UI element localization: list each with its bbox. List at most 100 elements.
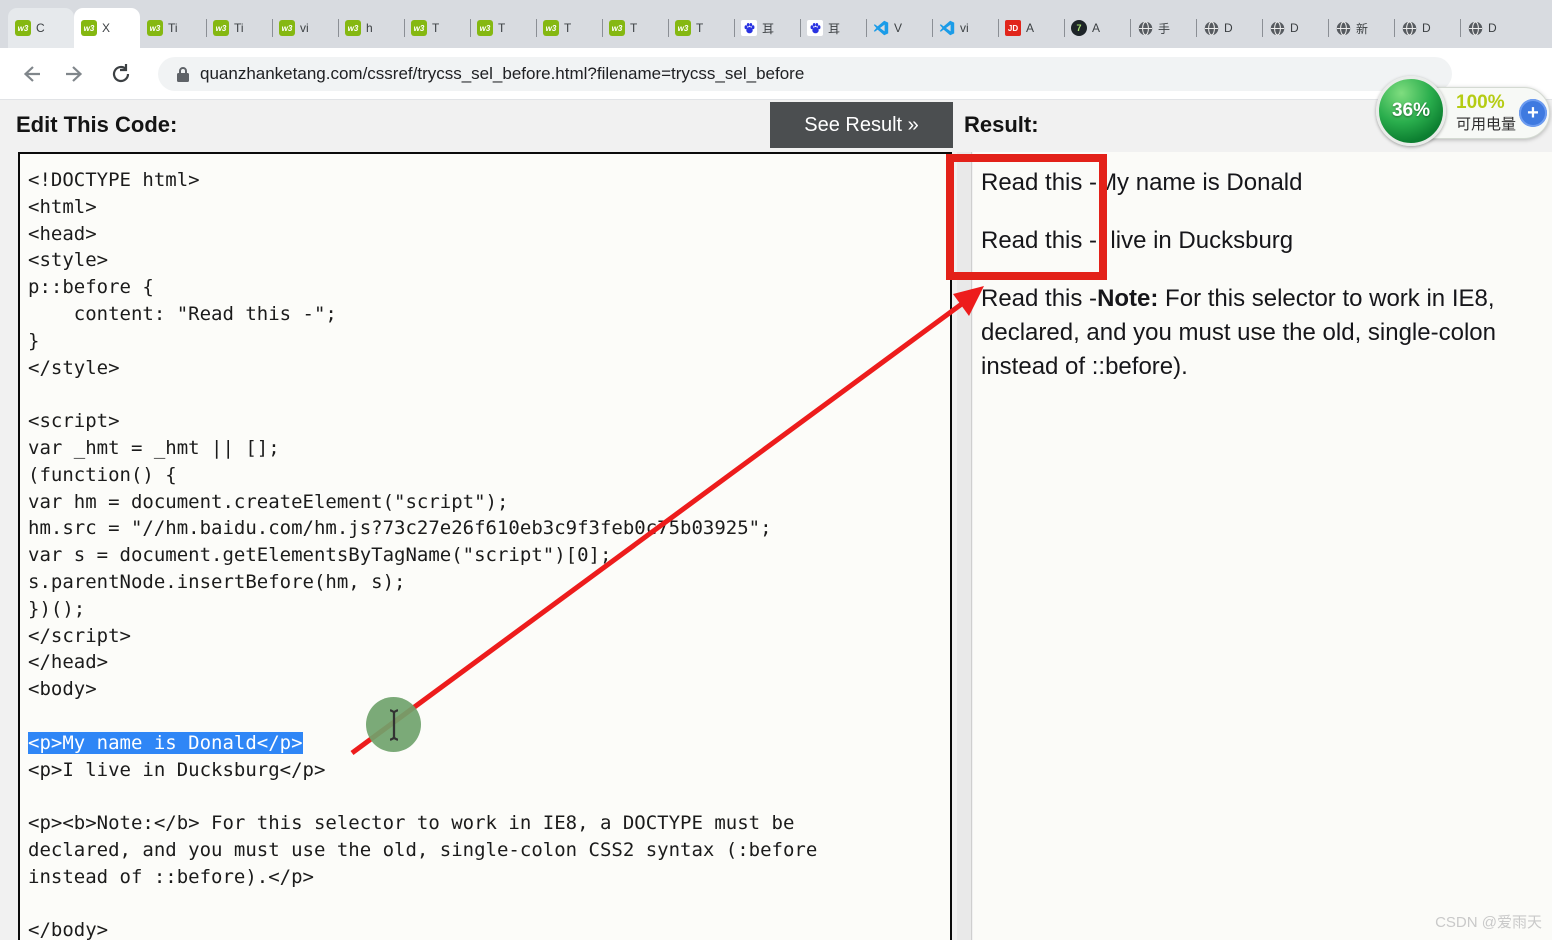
result-line: Read this -My name is Donald (981, 169, 1303, 196)
back-arrow-icon (23, 66, 40, 82)
tab-8[interactable]: w3 T (536, 8, 602, 48)
jd-icon: JD (1005, 20, 1021, 36)
see-result-button[interactable]: See Result » (770, 102, 953, 148)
tab-5[interactable]: w3 h (338, 8, 404, 48)
tab-label: vi (300, 21, 309, 35)
tab-3[interactable]: w3 Ti (206, 8, 272, 48)
code-line: <p>I live in Ducksburg</p> (28, 758, 326, 781)
tab-label: A (1092, 21, 1101, 35)
tab-22[interactable]: D (1460, 8, 1526, 48)
watermark: CSDN @爱雨天 (1435, 914, 1542, 931)
result-line: declared, and you must use the old, sing… (981, 319, 1496, 346)
code-line: var _hmt = _hmt || []; (28, 436, 280, 459)
w3-icon: w3 (15, 20, 31, 36)
tab-label: D (1488, 21, 1497, 35)
tab-9[interactable]: w3 T (602, 8, 668, 48)
tab-label: T (696, 21, 704, 35)
tab-label: h (366, 21, 373, 35)
code-line: <style> (28, 249, 109, 272)
dark-v-icon: 7 (1071, 20, 1087, 36)
code-line: var hm = document.createElement("script"… (28, 490, 509, 513)
tab-label: T (498, 21, 506, 35)
address-bar[interactable]: quanzhanketang.com/cssref/trycss_sel_bef… (158, 57, 1452, 91)
baidu-paw-icon (741, 20, 757, 36)
result-paragraph: Read this -Note: For this selector to wo… (981, 282, 1552, 384)
code-line: <p>My name is Donald</p> (28, 730, 946, 757)
code-line: <script> (28, 410, 120, 433)
result-paragraph: Read this -I live in Ducksburg (981, 224, 1552, 258)
code-line: <html> (28, 195, 97, 218)
tab-21[interactable]: D (1394, 8, 1460, 48)
tab-label: D (1422, 21, 1431, 35)
tab-10[interactable]: w3 T (668, 8, 734, 48)
tab-18[interactable]: D (1196, 8, 1262, 48)
w3-icon: w3 (213, 20, 229, 36)
tab-4[interactable]: w3 vi (272, 8, 338, 48)
tab-12[interactable]: 耳 (800, 8, 866, 48)
lock-icon (177, 66, 189, 82)
tab-label: V (894, 21, 903, 35)
globe-icon (1467, 20, 1483, 36)
battery-available-percent: 100% (1456, 92, 1505, 113)
code-editor-textarea[interactable]: <!DOCTYPE html> <html> <head> <style> p::bef… (18, 152, 952, 940)
tab-14[interactable]: vi (932, 8, 998, 48)
url-text: quanzhanketang.com/cssref/trycss_sel_bef… (200, 64, 805, 83)
tab-label: T (630, 21, 638, 35)
w3-icon: w3 (675, 20, 691, 36)
tab-label: 耳 (762, 21, 775, 36)
tab-6[interactable]: w3 T (404, 8, 470, 48)
back-button[interactable] (16, 59, 46, 89)
tab-1[interactable]: w3 X (74, 8, 140, 48)
w3-icon: w3 (543, 20, 559, 36)
globe-icon (1335, 20, 1351, 36)
tab-16[interactable]: 7A (1064, 8, 1130, 48)
code-line: </style> (28, 356, 120, 379)
code-line: <body> (28, 678, 97, 701)
edit-code-title: Edit This Code: (16, 112, 178, 137)
vscode-icon (939, 20, 955, 36)
tab-19[interactable]: D (1262, 8, 1328, 48)
w3-icon: w3 (609, 20, 625, 36)
code-line: <p><b>Note:</b> For this selector to wor… (28, 812, 795, 835)
forward-button[interactable] (60, 59, 90, 89)
tab-0[interactable]: w3 C (8, 8, 74, 48)
globe-icon (1203, 20, 1219, 36)
tab-15[interactable]: JD A (998, 8, 1064, 48)
battery-percent-ball[interactable]: 36% (1376, 76, 1446, 146)
globe-icon (1401, 20, 1417, 36)
result-title: Result: (964, 112, 1039, 137)
baidu-paw-icon (807, 20, 823, 36)
tab-label: Ti (168, 21, 178, 35)
code-line: <!DOCTYPE html> (28, 169, 200, 191)
tab-11[interactable]: 耳 (734, 8, 800, 48)
battery-widget[interactable]: 36% 100% 可用电量 + (1376, 76, 1552, 150)
battery-available-label: 可用电量 (1456, 116, 1517, 133)
result-panel: Read this -My name is Donald Read this -I… (973, 152, 1552, 940)
tab-label: X (102, 21, 111, 35)
tab-label: 耳 (828, 21, 841, 36)
w3-icon: w3 (147, 20, 163, 36)
tab-20[interactable]: 新 (1328, 8, 1394, 48)
code-line: </script> (28, 624, 131, 647)
tab-17[interactable]: 手 (1130, 8, 1196, 48)
tab-7[interactable]: w3 T (470, 8, 536, 48)
tab-13[interactable]: V (866, 8, 932, 48)
reload-button[interactable] (106, 59, 136, 89)
selected-code-text: <p>My name is Donald</p> (28, 731, 303, 754)
result-line: Read this -Note: For this selector to wo… (981, 285, 1495, 312)
code-line: })(); (28, 597, 86, 620)
tab-label: T (432, 21, 440, 35)
tab-2[interactable]: w3 Ti (140, 8, 206, 48)
battery-add-button[interactable]: + (1519, 99, 1547, 127)
w3-icon: w3 (345, 20, 361, 36)
result-line: instead of ::before). (981, 353, 1188, 380)
tab-label: 手 (1158, 21, 1171, 36)
browser-window: w3 Cw3 Xw3 Ti w3 Ti w3 vi w3 h w3 Tw3 Tw3 Tw3 Tw3 T 耳 耳 Vv… (0, 0, 1552, 940)
result-scrollbar[interactable] (957, 152, 972, 940)
tab-label: Ti (234, 21, 244, 35)
code-line: (function() { (28, 463, 177, 486)
